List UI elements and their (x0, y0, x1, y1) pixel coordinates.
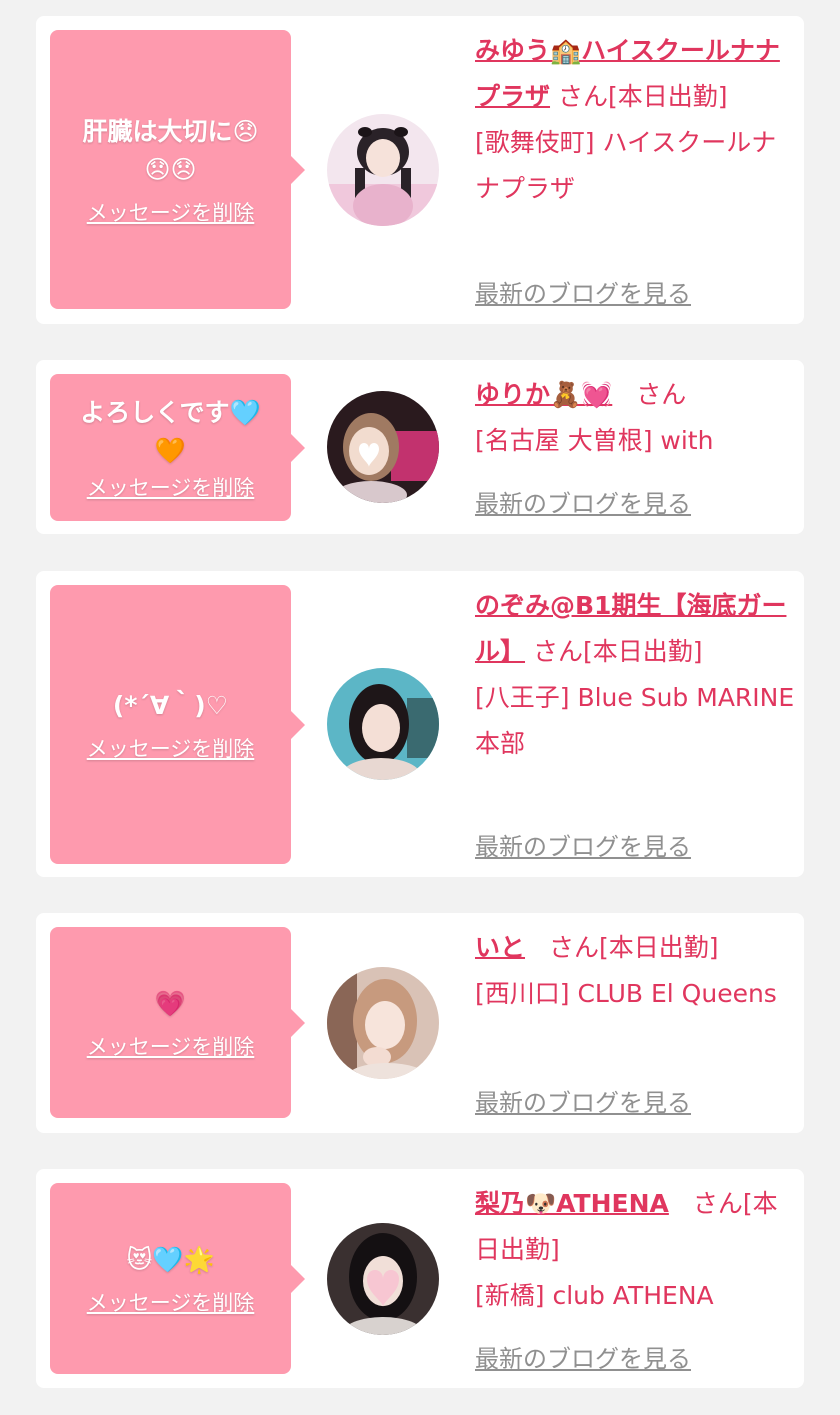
shop-info: [西川口] CLUB El Queens (475, 979, 777, 1008)
latest-blog-link[interactable]: 最新のブログを見る (475, 484, 691, 519)
message-text: 😻🩵🌟 (126, 1244, 215, 1274)
shop-info: [歌舞伎町] ハイスクールナナプラザ (475, 128, 777, 203)
avatar[interactable] (327, 967, 439, 1079)
message-bubble: 💗 メッセージを削除 (50, 927, 305, 1118)
profile-info: いと さん[本日出勤] [西川口] CLUB El Queens (475, 925, 795, 1017)
message-bubble: 😻🩵🌟 メッセージを削除 (50, 1183, 305, 1374)
avatar[interactable] (327, 668, 439, 780)
honorific-status: さん[本日出勤] (548, 933, 719, 962)
profile-info: みゆう🏫ハイスクールナナプラザ さん[本日出勤] [歌舞伎町] ハイスクールナナ… (475, 28, 795, 212)
avatar[interactable] (327, 1223, 439, 1335)
honorific-status: さん[本日出勤] (532, 637, 703, 666)
message-bubble: (*´∀｀)♡ メッセージを削除 (50, 585, 305, 864)
avatar[interactable] (327, 391, 439, 503)
profile-name-link[interactable]: 梨乃🐶ATHENA (475, 1189, 669, 1218)
message-text: よろしくです🩵🧡 (80, 397, 261, 465)
delete-message-link[interactable]: メッセージを削除 (87, 733, 255, 763)
message-text: 肝臓は大切に😞😞😞 (82, 116, 259, 184)
latest-blog-link[interactable]: 最新のブログを見る (475, 827, 691, 862)
latest-blog-link[interactable]: 最新のブログを見る (475, 1339, 691, 1374)
message-card: 肝臓は大切に😞😞😞 メッセージを削除 みゆう🏫ハイスクールナナプラザ さん[本日… (36, 16, 804, 324)
delete-message-link[interactable]: メッセージを削除 (87, 1031, 255, 1061)
delete-message-link[interactable]: メッセージを削除 (87, 1287, 255, 1317)
message-bubble: よろしくです🩵🧡 メッセージを削除 (50, 374, 305, 521)
shop-info: [新橋] club ATHENA (475, 1281, 714, 1310)
profile-name-link[interactable]: ゆりか🧸💓 (475, 380, 612, 409)
profile-info: ゆりか🧸💓 さん [名古屋 大曽根] with (475, 372, 795, 464)
honorific-status: さん (636, 380, 687, 409)
avatar[interactable] (327, 114, 439, 226)
message-text: (*´∀｀)♡ (112, 690, 229, 720)
message-card: 😻🩵🌟 メッセージを削除 梨乃🐶ATHENA さん[本日出勤] [新橋] clu… (36, 1169, 804, 1388)
message-bubble: 肝臓は大切に😞😞😞 メッセージを削除 (50, 30, 305, 309)
delete-message-link[interactable]: メッセージを削除 (87, 472, 255, 502)
profile-name-link[interactable]: いと (475, 933, 525, 962)
shop-info: [八王子] Blue Sub MARINE 本部 (475, 683, 795, 758)
latest-blog-link[interactable]: 最新のブログを見る (475, 274, 691, 309)
shop-info: [名古屋 大曽根] with (475, 426, 714, 455)
delete-message-link[interactable]: メッセージを削除 (87, 197, 255, 227)
message-card: 💗 メッセージを削除 いと さん[本日出勤] [西川口] CLUB El Que… (36, 913, 804, 1133)
profile-info: のぞみ@B1期生【海底ガール】 さん[本日出勤] [八王子] Blue Sub … (475, 583, 795, 767)
honorific-status: さん[本日出勤] (557, 82, 728, 111)
message-text: 💗 (154, 988, 187, 1018)
message-card: よろしくです🩵🧡 メッセージを削除 ゆりか🧸💓 さん [名古屋 大曽根] wit… (36, 360, 804, 534)
message-card: (*´∀｀)♡ メッセージを削除 のぞみ@B1期生【海底ガール】 さん[本日出勤… (36, 571, 804, 877)
latest-blog-link[interactable]: 最新のブログを見る (475, 1083, 691, 1118)
profile-info: 梨乃🐶ATHENA さん[本日出勤] [新橋] club ATHENA (475, 1181, 795, 1319)
